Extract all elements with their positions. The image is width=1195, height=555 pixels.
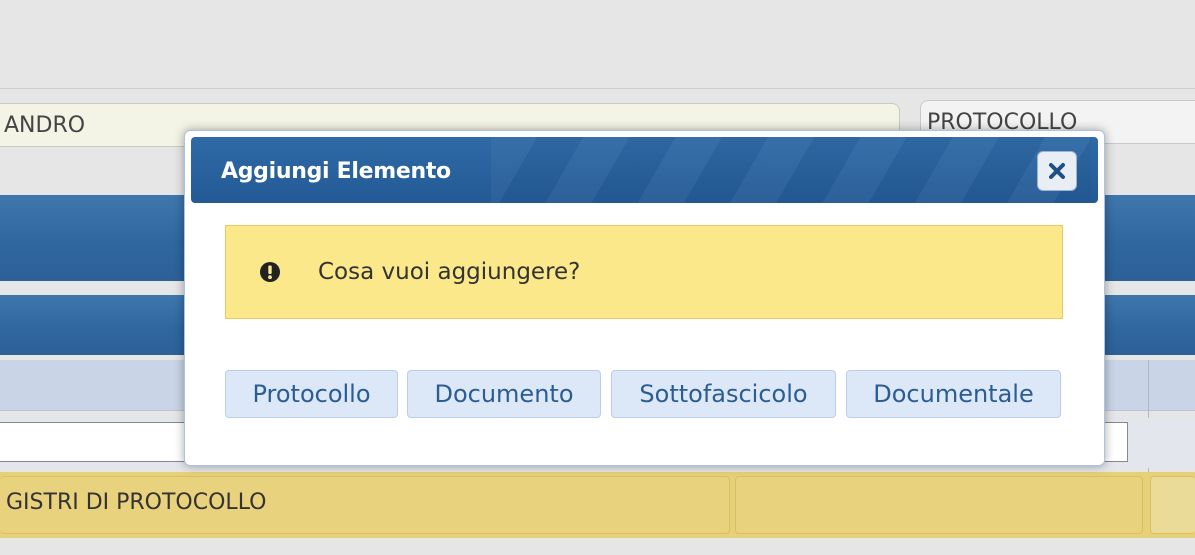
close-icon (1049, 163, 1065, 179)
filter-input[interactable] (0, 422, 195, 462)
exclamation-circle-icon (260, 262, 280, 282)
top-divider (0, 88, 1195, 89)
table-cell-description[interactable]: GISTRI DI PROTOCOLLO (0, 476, 730, 534)
table-cell[interactable] (735, 476, 1143, 534)
sottofascicolo-button[interactable]: Sottofascicolo (611, 370, 836, 418)
close-button[interactable] (1037, 151, 1077, 191)
top-toolbar-area (0, 0, 1195, 88)
page-bottom (0, 538, 1195, 555)
dialog-titlebar[interactable]: Aggiungi Elemento (191, 137, 1098, 203)
documentale-button[interactable]: Documentale (846, 370, 1061, 418)
protocollo-button[interactable]: Protocollo (225, 370, 398, 418)
documento-button[interactable]: Documento (407, 370, 601, 418)
alert-box: Cosa vuoi aggiungere? (225, 225, 1063, 319)
alert-message: Cosa vuoi aggiungere? (318, 259, 581, 285)
add-element-dialog: Aggiungi Elemento Cosa vuoi aggiungere? … (184, 130, 1105, 466)
dialog-title: Aggiungi Elemento (221, 159, 451, 184)
table-cell[interactable] (1150, 476, 1195, 534)
